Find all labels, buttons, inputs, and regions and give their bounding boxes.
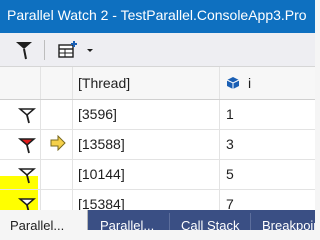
column-divider: [40, 130, 41, 159]
column-divider: [72, 100, 73, 129]
columns-icon[interactable]: [56, 40, 80, 60]
column-divider: [40, 160, 41, 189]
thread-cell: [10144]: [78, 166, 125, 182]
column-divider: [72, 160, 73, 189]
column-divider: [72, 130, 73, 159]
column-divider: [72, 67, 73, 99]
current-thread-arrow-icon: [50, 135, 66, 151]
tab-call-stack[interactable]: Call Stack: [171, 210, 249, 230]
table-row[interactable]: [13588] 3: [0, 130, 315, 160]
tool-window-tabs: Parallel... Parallel... Call Stack Break…: [0, 210, 315, 230]
table-row[interactable]: [3596] 1: [0, 100, 315, 130]
thread-column-header[interactable]: [Thread]: [78, 75, 130, 91]
thread-cell: [3596]: [78, 106, 117, 122]
column-divider: [219, 100, 220, 129]
column-divider: [40, 100, 41, 129]
toolbar: [0, 33, 315, 67]
flag-red-icon[interactable]: [6, 134, 36, 156]
grid-header: [Thread] i: [0, 67, 315, 100]
column-divider: [219, 67, 220, 99]
column-divider: [40, 67, 41, 99]
value-cell: 1: [226, 106, 234, 122]
flag-outline-icon[interactable]: [6, 164, 36, 186]
flag-outline-icon[interactable]: [6, 104, 36, 126]
flag-filter-icon[interactable]: [13, 39, 35, 61]
tab-breakpoints[interactable]: Breakpoints: [252, 210, 315, 230]
tab-separator: [250, 213, 251, 230]
column-divider: [219, 130, 220, 159]
chevron-down-icon[interactable]: [84, 41, 96, 59]
tab-parallel[interactable]: Parallel...: [90, 210, 168, 230]
parallel-watch-grid: [Thread] i [3596] 1 [13588] 3 [10144] 5 …: [0, 67, 315, 225]
watch-column-header[interactable]: i: [248, 75, 251, 91]
window-title: Parallel Watch 2 - TestParallel.ConsoleA…: [0, 0, 315, 33]
table-row[interactable]: [10144] 5: [0, 160, 315, 190]
tab-parallel-watch[interactable]: Parallel...: [0, 210, 88, 230]
variable-icon: [226, 77, 240, 89]
tab-separator: [169, 213, 170, 230]
column-divider: [219, 160, 220, 189]
value-cell: 5: [226, 166, 234, 182]
value-cell: 3: [226, 136, 234, 152]
thread-cell: [13588]: [78, 136, 125, 152]
toolbar-separator: [44, 40, 45, 60]
